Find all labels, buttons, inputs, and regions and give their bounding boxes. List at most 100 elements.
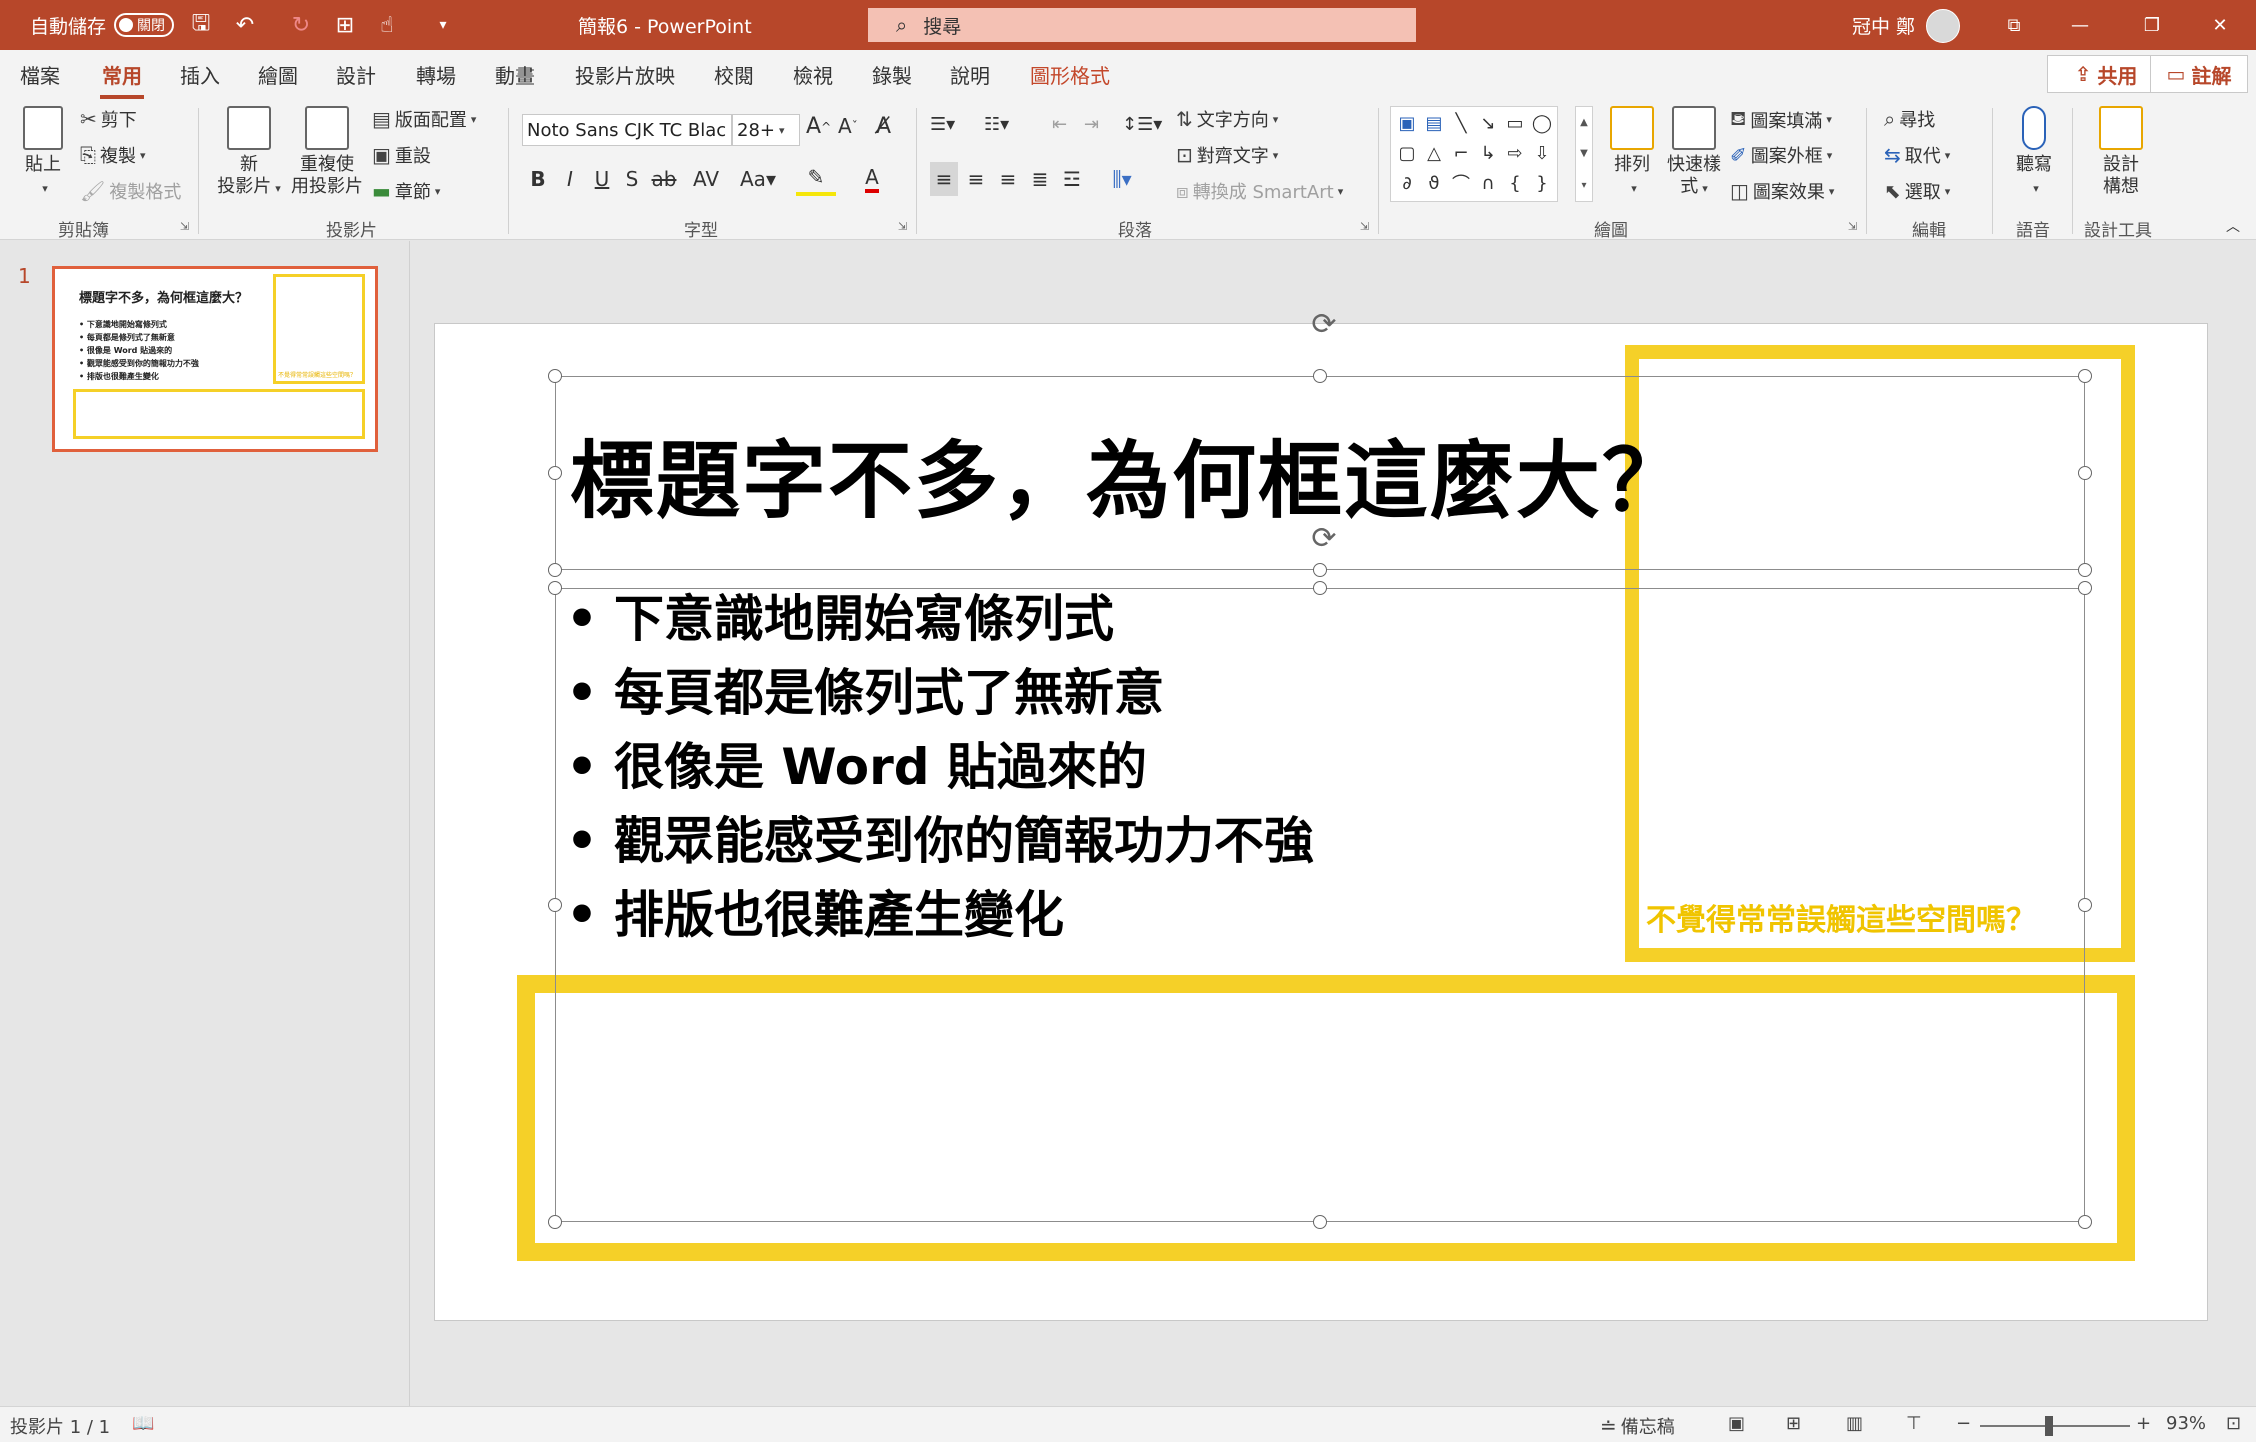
oval-shape-icon[interactable]: ◯ <box>1530 109 1554 137</box>
resize-handle[interactable] <box>548 581 562 595</box>
slide-sorter-icon[interactable]: ⊞ <box>1786 1413 1801 1434</box>
bullets-icon[interactable]: ☰▾ <box>930 114 955 135</box>
slide-thumbnail[interactable]: 標題字不多，為何框這麼大？ • 下意識地開始寫條列式 • 每頁都是條列式了無新意… <box>52 266 378 452</box>
elbow-arrow-icon[interactable]: ↳ <box>1476 139 1500 167</box>
highlight-note[interactable]: 不覺得常常誤觸這些空間嗎？ <box>1646 895 2036 939</box>
paragraph-launcher-icon[interactable]: ⇲ <box>1360 220 1369 233</box>
resize-handle[interactable] <box>1313 581 1327 595</box>
strikethrough-icon[interactable]: ab <box>650 162 678 196</box>
right-brace-shape-icon[interactable]: } <box>1530 169 1554 197</box>
change-case-icon[interactable]: Aa▾ <box>736 162 780 196</box>
tab-slideshow[interactable]: 投影片放映 <box>575 60 675 89</box>
reading-view-icon[interactable]: ▥ <box>1846 1413 1863 1434</box>
slideshow-view-icon[interactable]: ⊤ <box>1906 1413 1922 1434</box>
collapse-ribbon-icon[interactable]: ︿ <box>2226 216 2240 236</box>
justify-icon[interactable]: ≣ <box>1026 162 1054 196</box>
ribbon-display-icon[interactable]: ⧉ <box>1994 8 2034 42</box>
gallery-more-icon[interactable]: ▾ <box>1581 180 1586 191</box>
textbox-shape-icon[interactable]: ▣ <box>1395 109 1419 137</box>
close-icon[interactable]: ✕ <box>2200 8 2240 42</box>
shapes-gallery[interactable]: ▣ ▤ ╲ ↘ ▭ ◯ ▢ △ ⌐ ↳ ⇨ ⇩ ∂ ϑ ⌒ ∩ { } <box>1390 106 1558 202</box>
share-button[interactable]: ⇪ 共用 <box>2047 55 2165 93</box>
right-arrow-shape-icon[interactable]: ⇨ <box>1503 139 1527 167</box>
decrease-font-icon[interactable]: Aˇ <box>838 114 858 138</box>
save-icon[interactable]: 🖫 <box>184 8 218 42</box>
zoom-in-icon[interactable]: + <box>2136 1413 2151 1434</box>
tab-view[interactable]: 檢視 <box>793 60 833 89</box>
numbering-icon[interactable]: ☷▾ <box>984 114 1009 135</box>
resize-handle[interactable] <box>2078 466 2092 480</box>
line-spacing-icon[interactable]: ↕☰▾ <box>1122 114 1162 135</box>
notes-button[interactable]: ≐ 備忘稿 <box>1600 1413 1675 1439</box>
bullet-item[interactable]: 很像是 Word 貼過來的 <box>566 734 1314 808</box>
autosave-toggle[interactable]: 關閉 <box>114 13 175 37</box>
section-button[interactable]: ▬ 章節 ▾ <box>372 178 440 204</box>
clipboard-launcher-icon[interactable]: ⇲ <box>180 220 189 233</box>
search-input[interactable]: ⌕ 搜尋 <box>868 8 1416 42</box>
zoom-out-icon[interactable]: − <box>1956 1413 1971 1434</box>
align-right-icon[interactable]: ≡ <box>994 162 1022 196</box>
chevron-down-icon[interactable]: ▼ <box>1580 148 1588 159</box>
zoom-level[interactable]: 93% <box>2166 1413 2206 1434</box>
redo-icon[interactable]: ↻ <box>284 8 318 42</box>
tab-help[interactable]: 說明 <box>950 60 990 89</box>
tab-home[interactable]: 常用 <box>100 60 144 99</box>
present-icon[interactable]: ⊞ <box>328 8 362 42</box>
triangle-shape-icon[interactable]: △ <box>1422 139 1446 167</box>
elbow-connector-icon[interactable]: ⌐ <box>1449 139 1473 167</box>
cut-button[interactable]: ✂ 剪下 <box>80 106 137 132</box>
resize-handle[interactable] <box>548 898 562 912</box>
quick-styles-button[interactable]: 快速樣式 ▾ <box>1664 106 1724 200</box>
resize-handle[interactable] <box>1313 369 1327 383</box>
text-direction-button[interactable]: ⇅ 文字方向 ▾ <box>1176 106 1278 132</box>
resize-handle[interactable] <box>2078 563 2092 577</box>
shape-effects-button[interactable]: ◫ 圖案效果 ▾ <box>1730 178 1834 204</box>
smartart-button[interactable]: ⧈ 轉換成 SmartArt ▾ <box>1176 178 1343 204</box>
tab-record[interactable]: 錄製 <box>872 60 912 89</box>
font-size-select[interactable]: 28+ ▾ <box>732 114 800 146</box>
down-arrow-shape-icon[interactable]: ⇩ <box>1530 139 1554 167</box>
curve-shape-icon[interactable]: ∩ <box>1476 169 1500 197</box>
bullet-item[interactable]: 觀眾能感受到你的簡報功力不強 <box>566 808 1314 882</box>
user-name[interactable]: 冠中 鄭 <box>1852 0 1915 50</box>
resize-handle[interactable] <box>548 369 562 383</box>
columns-icon[interactable]: ⫼▾ <box>1100 162 1144 196</box>
find-button[interactable]: ⌕ 尋找 <box>1884 106 1935 132</box>
slide-title[interactable]: 標題字不多，為何框這麼大？ <box>570 414 1688 535</box>
font-color-icon[interactable]: A <box>852 162 892 196</box>
minimize-icon[interactable]: — <box>2060 8 2100 42</box>
arrange-button[interactable]: 排列 ▾ <box>1604 106 1660 200</box>
clear-formatting-icon[interactable]: A̸ <box>876 114 891 139</box>
drawing-launcher-icon[interactable]: ⇲ <box>1848 220 1857 233</box>
tab-design[interactable]: 設計 <box>336 60 376 89</box>
arrow-shape-icon[interactable]: ↘ <box>1476 109 1500 137</box>
bullet-item[interactable]: 下意識地開始寫條列式 <box>566 586 1314 660</box>
chevron-up-icon[interactable]: ▲ <box>1580 117 1588 128</box>
resize-handle[interactable] <box>2078 369 2092 383</box>
underline-icon[interactable]: U <box>588 162 616 196</box>
bullet-item[interactable]: 排版也很難產生變化 <box>566 882 1314 956</box>
resize-handle[interactable] <box>548 563 562 577</box>
line-shape-icon[interactable]: ╲ <box>1449 109 1473 137</box>
bullet-list[interactable]: 下意識地開始寫條列式 每頁都是條列式了無新意 很像是 Word 貼過來的 觀眾能… <box>566 586 1314 956</box>
arc-shape-icon[interactable]: ⌒ <box>1449 169 1473 197</box>
resize-handle[interactable] <box>2078 1215 2092 1229</box>
tab-transitions[interactable]: 轉場 <box>416 60 456 89</box>
touch-mode-icon[interactable]: ☝ <box>370 8 404 42</box>
vertical-textbox-shape-icon[interactable]: ▤ <box>1422 109 1446 137</box>
tab-review[interactable]: 校閱 <box>714 60 754 89</box>
align-text-button[interactable]: ⊡ 對齊文字 ▾ <box>1176 142 1278 168</box>
increase-font-icon[interactable]: A ^ <box>806 114 831 139</box>
resize-handle[interactable] <box>2078 581 2092 595</box>
decrease-indent-icon[interactable]: ⇤ <box>1052 114 1067 135</box>
accessibility-icon[interactable]: 📖 <box>132 1413 154 1434</box>
layout-button[interactable]: ▤ 版面配置 ▾ <box>372 106 476 132</box>
resize-handle[interactable] <box>1313 1215 1327 1229</box>
align-left-icon[interactable]: ≡ <box>930 162 958 196</box>
character-spacing-icon[interactable]: AV <box>686 162 726 196</box>
highlight-icon[interactable]: ✎ <box>796 162 836 196</box>
shape-outline-button[interactable]: ✐ 圖案外框 ▾ <box>1730 142 1832 168</box>
italic-icon[interactable]: I <box>556 162 584 196</box>
increase-indent-icon[interactable]: ⇥ <box>1084 114 1099 135</box>
restore-icon[interactable]: ❐ <box>2132 8 2172 42</box>
